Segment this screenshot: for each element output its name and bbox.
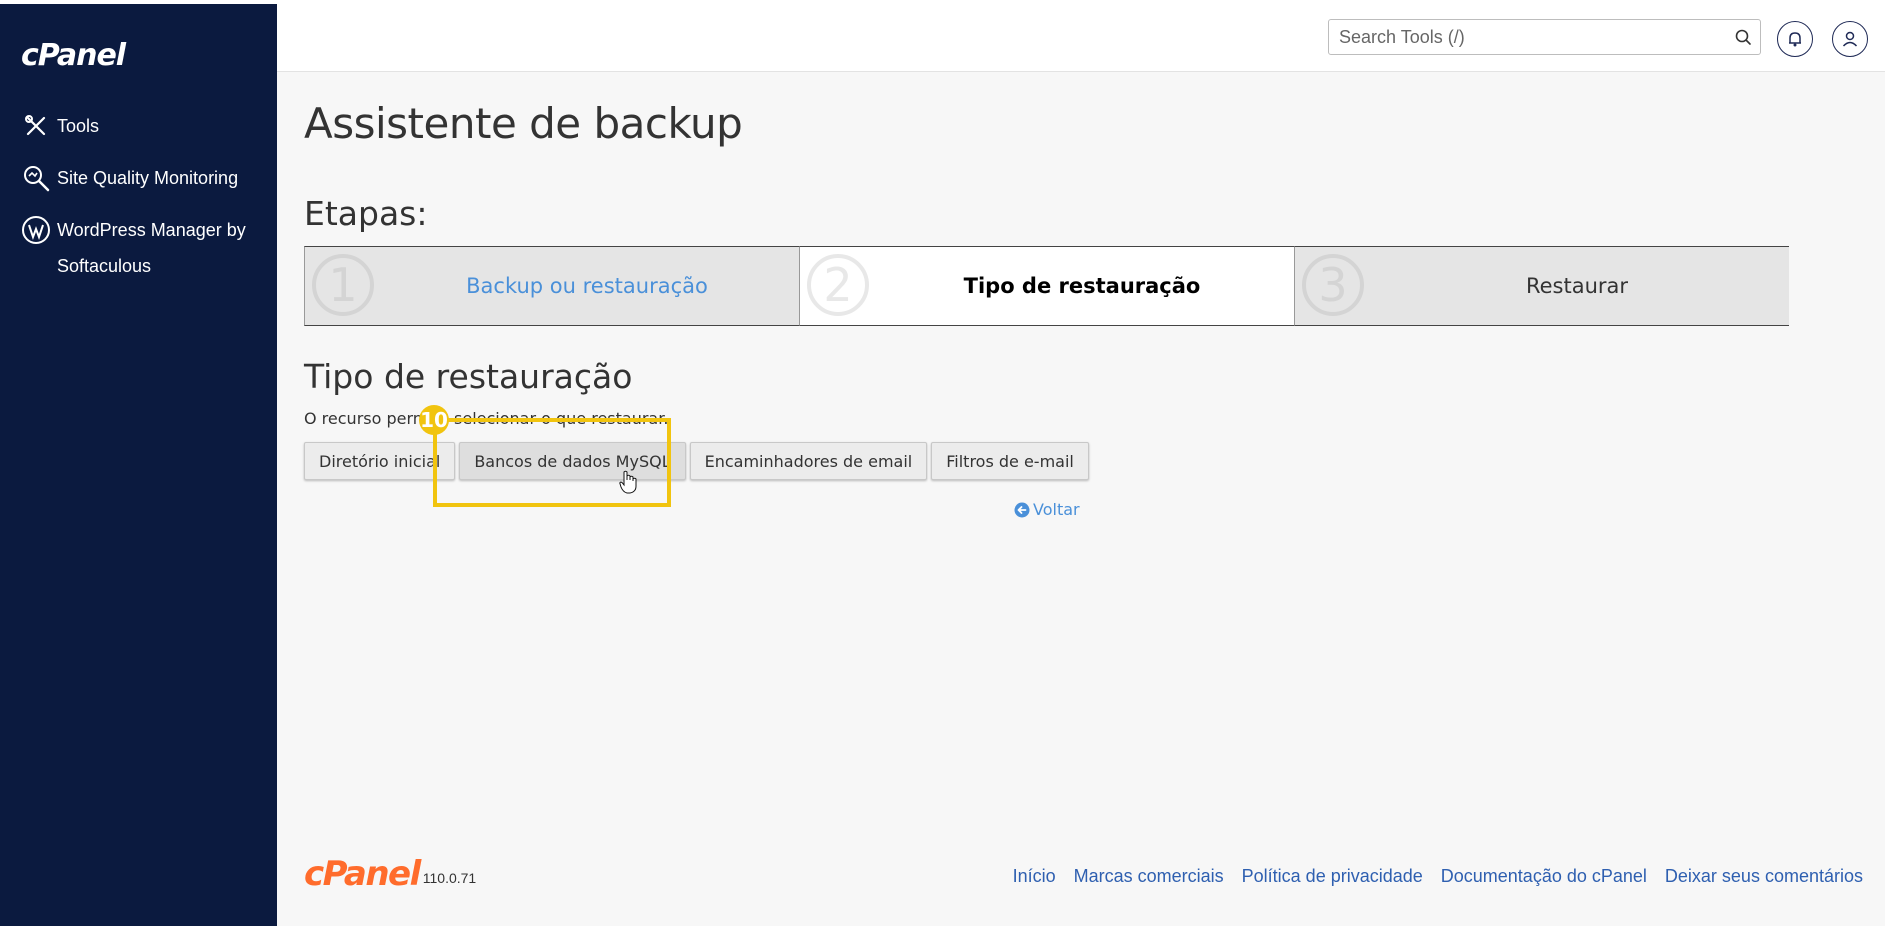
hand-cursor-icon: [619, 470, 637, 494]
section-title: Tipo de restauração: [304, 357, 633, 396]
search-input[interactable]: [1329, 20, 1709, 54]
step-label: Tipo de restauração: [963, 274, 1201, 298]
step-3: 3 Restaurar: [1294, 246, 1789, 326]
user-menu-button[interactable]: [1832, 21, 1868, 57]
sidebar-nav: Tools Site Quality Monitoring WordPress …: [21, 108, 261, 300]
main-content: Assistente de backup Etapas: 1 Backup ou…: [277, 72, 1885, 926]
sidebar-item-label: Tools: [57, 116, 100, 136]
footer-link-home[interactable]: Início: [1013, 866, 1056, 887]
step-number: 1: [312, 254, 374, 316]
step-1: 1 Backup ou restauração: [304, 246, 799, 326]
sidebar-item-wordpress[interactable]: WordPress Manager by Softaculous: [21, 212, 261, 284]
sidebar-item-label: WordPress Manager by Softaculous: [57, 220, 246, 276]
footer-link-docs[interactable]: Documentação do cPanel: [1441, 866, 1647, 887]
restore-type-buttons: Diretório inicial Bancos de dados MySQL …: [304, 442, 1089, 480]
footer-brand: cPanel 110.0.71: [304, 854, 476, 894]
back-link[interactable]: Voltar: [1014, 500, 1080, 519]
home-directory-button[interactable]: Diretório inicial: [304, 442, 456, 480]
tools-icon: [25, 115, 46, 136]
magnifier-icon: [24, 166, 50, 192]
email-forwarders-button[interactable]: Encaminhadores de email: [689, 442, 928, 480]
footer-cpanel-logo: cPanel: [304, 854, 421, 894]
step-number: 2: [807, 254, 869, 316]
sidebar-item-label: Site Quality Monitoring: [57, 168, 239, 188]
sidebar-item-site-quality[interactable]: Site Quality Monitoring: [21, 160, 261, 196]
search-box: [1328, 19, 1761, 55]
annotation-marker: 10: [419, 405, 449, 435]
footer-links: Início Marcas comerciais Política de pri…: [1013, 866, 1863, 887]
steps-bar: 1 Backup ou restauração 2 Tipo de restau…: [304, 246, 1789, 326]
step-label: Restaurar: [1525, 274, 1629, 298]
bell-icon: [1789, 32, 1801, 47]
sidebar-item-tools[interactable]: Tools: [21, 108, 261, 144]
top-bar: [277, 4, 1885, 72]
cpanel-logo[interactable]: cPanel: [21, 38, 126, 73]
version-label: 110.0.71: [422, 870, 477, 886]
back-label: Voltar: [1033, 500, 1080, 519]
sidebar: cPanel Tools Site Quality Monitoring Wor…: [0, 4, 277, 926]
email-filters-button[interactable]: Filtros de e-mail: [931, 442, 1089, 480]
arrow-left-circle-icon: [1014, 502, 1030, 517]
steps-title: Etapas:: [304, 194, 428, 233]
section-description: O recurso permite selecionar o que resta…: [304, 409, 669, 428]
step-2: 2 Tipo de restauração: [799, 246, 1294, 326]
mysql-databases-button[interactable]: Bancos de dados MySQL: [459, 442, 686, 480]
footer-link-feedback[interactable]: Deixar seus comentários: [1665, 866, 1863, 887]
user-icon: [1842, 31, 1858, 47]
footer-link-privacy[interactable]: Política de privacidade: [1242, 866, 1423, 887]
wordpress-icon: [22, 216, 50, 244]
search-icon[interactable]: [1734, 28, 1752, 46]
step-number: 3: [1302, 254, 1364, 316]
page-title: Assistente de backup: [304, 99, 743, 148]
footer-link-trademarks[interactable]: Marcas comerciais: [1074, 866, 1224, 887]
step-label-link[interactable]: Backup ou restauração: [375, 247, 799, 325]
notifications-button[interactable]: [1777, 21, 1813, 57]
